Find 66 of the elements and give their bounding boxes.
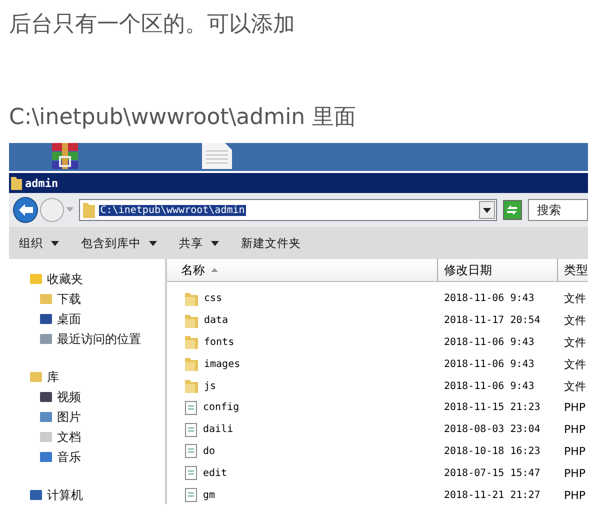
table-cell-text: 文件 xyxy=(563,334,587,350)
nav-item[interactable]: 计算机 xyxy=(9,485,165,504)
nav-item[interactable]: 桌面 xyxy=(9,309,165,329)
nav-item[interactable]: 图片 xyxy=(9,407,165,427)
table-cell-text: PHP xyxy=(563,466,587,480)
nav-item[interactable]: 库 xyxy=(9,367,165,387)
php-file-icon xyxy=(185,400,197,415)
paragraph: 后台只有一个区的。可以添加 xyxy=(8,11,296,39)
table-cell-text: 2018-11-06 9:43 xyxy=(443,380,536,392)
file-name[interactable]: css xyxy=(204,293,222,304)
table-cell-text: 2018-11-15 21:23 xyxy=(443,402,542,414)
address-field[interactable]: C:\inetpub\wwwroot\admin xyxy=(79,199,497,221)
nav-item[interactable]: 最近访问的位置 xyxy=(9,329,165,349)
toolbar-button[interactable]: 组织 xyxy=(13,234,65,252)
column-header[interactable]: 修改日期 xyxy=(438,259,558,281)
file-name[interactable]: daili xyxy=(203,424,234,436)
file-name[interactable]: edit xyxy=(203,468,228,479)
table-cell-text: 2018-11-21 21:27 xyxy=(443,490,542,501)
column-header[interactable]: 类型 xyxy=(558,259,588,281)
toolbar-button[interactable]: 新建文件夹 xyxy=(235,234,307,252)
php-file-icon xyxy=(185,444,197,458)
refresh-arrows-icon xyxy=(505,204,520,216)
toolbar-button[interactable]: 包含到库中 xyxy=(75,234,163,252)
caret-icon xyxy=(211,240,219,246)
table-cell-text: 文件 xyxy=(563,356,587,372)
table-cell-text: 2018-08-03 23:04 xyxy=(443,424,542,436)
archive-books-icon xyxy=(50,143,80,169)
nav-item[interactable]: 音乐 xyxy=(9,447,165,467)
caret-icon xyxy=(51,240,59,246)
php-file-icon xyxy=(185,466,197,480)
file-name[interactable]: do xyxy=(203,446,216,457)
paragraph: C:\inetpub\wwwroot\admin 里面 xyxy=(8,104,358,132)
nav-item[interactable]: 下载 xyxy=(9,289,165,309)
table-cell-text: PHP xyxy=(563,488,587,502)
back-arrow-icon xyxy=(18,203,34,217)
nav-item[interactable]: 视频 xyxy=(9,387,165,407)
table-cell-text: 文件 xyxy=(563,291,587,306)
php-file-icon xyxy=(185,422,197,437)
table-cell-text: 2018-11-17 20:54 xyxy=(443,315,542,326)
file-name[interactable]: images xyxy=(204,358,240,370)
file-name[interactable]: gm xyxy=(203,490,216,501)
table-cell-text: 2018-07-15 15:47 xyxy=(443,468,542,479)
refresh-button[interactable] xyxy=(502,200,522,220)
caret-icon[interactable] xyxy=(482,208,491,212)
table-cell-text: 2018-11-06 9:43 xyxy=(443,358,536,370)
table-cell-text: 2018-11-06 9:43 xyxy=(443,336,536,348)
file-name[interactable]: data xyxy=(204,315,228,326)
table-cell-text: PHP xyxy=(563,423,587,436)
toolbar-button[interactable]: 共享 xyxy=(173,234,225,252)
column-header[interactable]: 名称 xyxy=(167,259,438,281)
table-cell-text: PHP xyxy=(563,401,587,414)
nav-item[interactable]: 文档 xyxy=(9,427,165,447)
caret-icon xyxy=(149,240,157,246)
table-cell-text: 文件 xyxy=(563,313,587,328)
sort-icon xyxy=(211,268,218,272)
table-cell-text: 2018-10-18 16:23 xyxy=(443,446,542,457)
search-field[interactable]: 搜索 xyxy=(528,199,588,221)
file-name[interactable]: js xyxy=(204,380,216,392)
file-name[interactable]: config xyxy=(203,402,240,414)
window-title: admin xyxy=(25,176,58,190)
table-cell-text: 文件 xyxy=(563,378,587,394)
back-button[interactable] xyxy=(13,197,38,223)
file-name[interactable]: fonts xyxy=(204,336,234,348)
nav-item[interactable]: 收藏夹 xyxy=(9,269,165,289)
table-cell-text: 2018-11-06 9:43 xyxy=(443,293,536,304)
table-cell-text: PHP xyxy=(563,444,587,458)
